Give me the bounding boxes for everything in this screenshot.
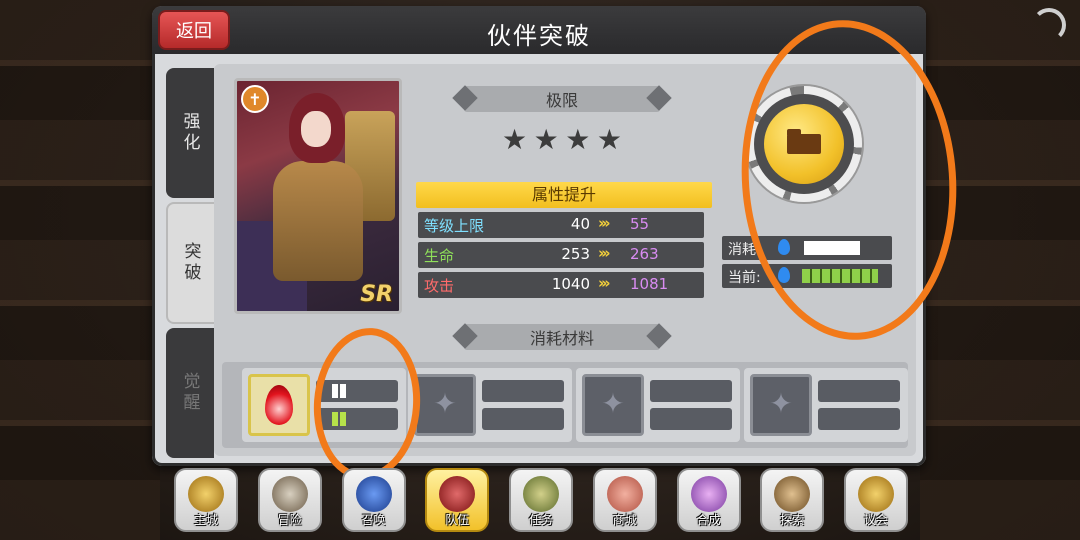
crown-icon	[188, 476, 224, 512]
shop-tree-icon	[606, 476, 643, 512]
consume-row: 消耗	[722, 236, 892, 260]
crossbow-icon	[774, 476, 811, 512]
attribute-boost-header: 属性提升	[416, 182, 712, 208]
title-bar: 返回 伙伴突破	[152, 6, 926, 54]
attr-new: 1081	[630, 275, 669, 293]
swords-icon	[271, 476, 308, 512]
water-drop-icon	[778, 239, 790, 255]
potion-icon	[690, 476, 727, 512]
star-icon: ★	[565, 123, 591, 156]
page-title: 伙伴突破	[487, 22, 591, 50]
background-shelf-right	[920, 0, 1080, 540]
companion-card[interactable]: ✝ SR	[234, 78, 402, 314]
current-amount-redacted	[802, 269, 878, 283]
attr-name: 生命	[424, 247, 455, 265]
card-art-face	[301, 111, 331, 147]
nav-adventure[interactable]: 冒险	[257, 468, 322, 532]
side-tabs: 强化 突破 觉醒	[166, 68, 214, 458]
material-owned	[316, 408, 398, 430]
materials-row	[222, 362, 908, 448]
attr-new: 55	[630, 215, 650, 233]
nav-team[interactable]: 队伍	[425, 468, 490, 532]
breakthrough-panel: 返回 伙伴突破 强化 突破 觉醒 ✝ SR 极限 ★ ★ ★ ★ 属性提升 等级…	[152, 6, 926, 466]
tab-label: 突破	[180, 242, 201, 284]
current-row: 当前:	[722, 264, 892, 288]
material-required	[482, 380, 564, 402]
folder-icon	[787, 129, 821, 154]
consume-label: 消耗	[728, 242, 756, 258]
attr-current: 253	[561, 245, 590, 263]
material-slot-empty[interactable]	[408, 368, 572, 442]
material-owned	[482, 408, 564, 430]
consume-amount-redacted	[804, 241, 860, 255]
star-icon: ★	[533, 123, 559, 156]
materials-ribbon: 消耗材料	[464, 324, 660, 350]
rarity-logo: SR	[360, 282, 393, 307]
fire-material-icon	[248, 374, 310, 436]
menu-swirl-icon[interactable]	[1032, 8, 1066, 42]
attr-row-attack: 攻击 1040 ››› 1081	[418, 272, 704, 298]
material-required	[316, 380, 398, 402]
material-required	[818, 380, 900, 402]
attr-name: 等级上限	[424, 217, 485, 235]
material-slot[interactable]	[242, 368, 406, 442]
star-icon: ★	[596, 123, 622, 156]
winged-emblem-icon	[439, 476, 476, 512]
breakthrough-button[interactable]	[746, 86, 862, 202]
limit-ribbon: 极限	[464, 86, 660, 112]
arrow-right-icon: ›››	[598, 244, 610, 262]
star-icon: ★	[502, 123, 528, 156]
tab-strengthen[interactable]: 强化	[166, 68, 214, 198]
tab-label: 觉醒	[179, 372, 200, 414]
empty-slot-icon	[414, 374, 476, 436]
background-shelf-left	[0, 0, 160, 540]
attr-name: 攻击	[424, 277, 455, 295]
arrow-right-icon: ›››	[598, 214, 610, 232]
summon-card-icon	[355, 476, 392, 512]
tab-label: 强化	[179, 112, 200, 154]
nav-council[interactable]: 议会	[844, 468, 908, 532]
tab-awaken[interactable]: 觉醒	[166, 328, 214, 458]
material-slot-empty[interactable]	[576, 368, 740, 442]
attr-row-level-cap: 等级上限 40 ››› 55	[418, 212, 704, 238]
nav-quest[interactable]: 任务	[509, 468, 573, 532]
attr-current: 40	[570, 215, 590, 233]
nav-main-city[interactable]: 主城	[174, 468, 238, 532]
attr-current: 1040	[551, 275, 590, 293]
empty-slot-icon	[750, 374, 812, 436]
orb	[764, 104, 844, 184]
material-owned	[650, 408, 732, 430]
attr-row-hp: 生命 253 ››› 263	[418, 242, 704, 268]
nav-shop[interactable]: 商城	[592, 468, 657, 532]
redacted-marks	[332, 412, 348, 426]
water-drop-icon	[778, 267, 790, 283]
arrow-right-icon: ›››	[598, 274, 610, 292]
material-owned	[818, 408, 900, 430]
flame-icon	[265, 385, 293, 425]
nav-synthesis[interactable]: 合成	[676, 468, 741, 532]
material-required	[650, 380, 732, 402]
redacted-marks	[332, 384, 348, 398]
card-art-armor	[273, 161, 363, 281]
nav-explore[interactable]: 探索	[760, 468, 825, 532]
scroll-icon	[523, 476, 559, 512]
current-label: 当前:	[728, 270, 761, 286]
attr-new: 263	[630, 245, 659, 263]
star-rating: ★ ★ ★ ★	[502, 126, 622, 154]
cross-class-icon: ✝	[241, 85, 269, 113]
bottom-nav: 主城 冒险 召唤 队伍 任务 商城 合成 探索 议会	[174, 468, 908, 534]
nav-summon[interactable]: 召唤	[341, 468, 406, 532]
empty-slot-icon	[582, 374, 644, 436]
material-slot-empty[interactable]	[744, 368, 908, 442]
tab-breakthrough[interactable]: 突破	[166, 202, 214, 324]
council-crest-icon	[858, 476, 894, 512]
